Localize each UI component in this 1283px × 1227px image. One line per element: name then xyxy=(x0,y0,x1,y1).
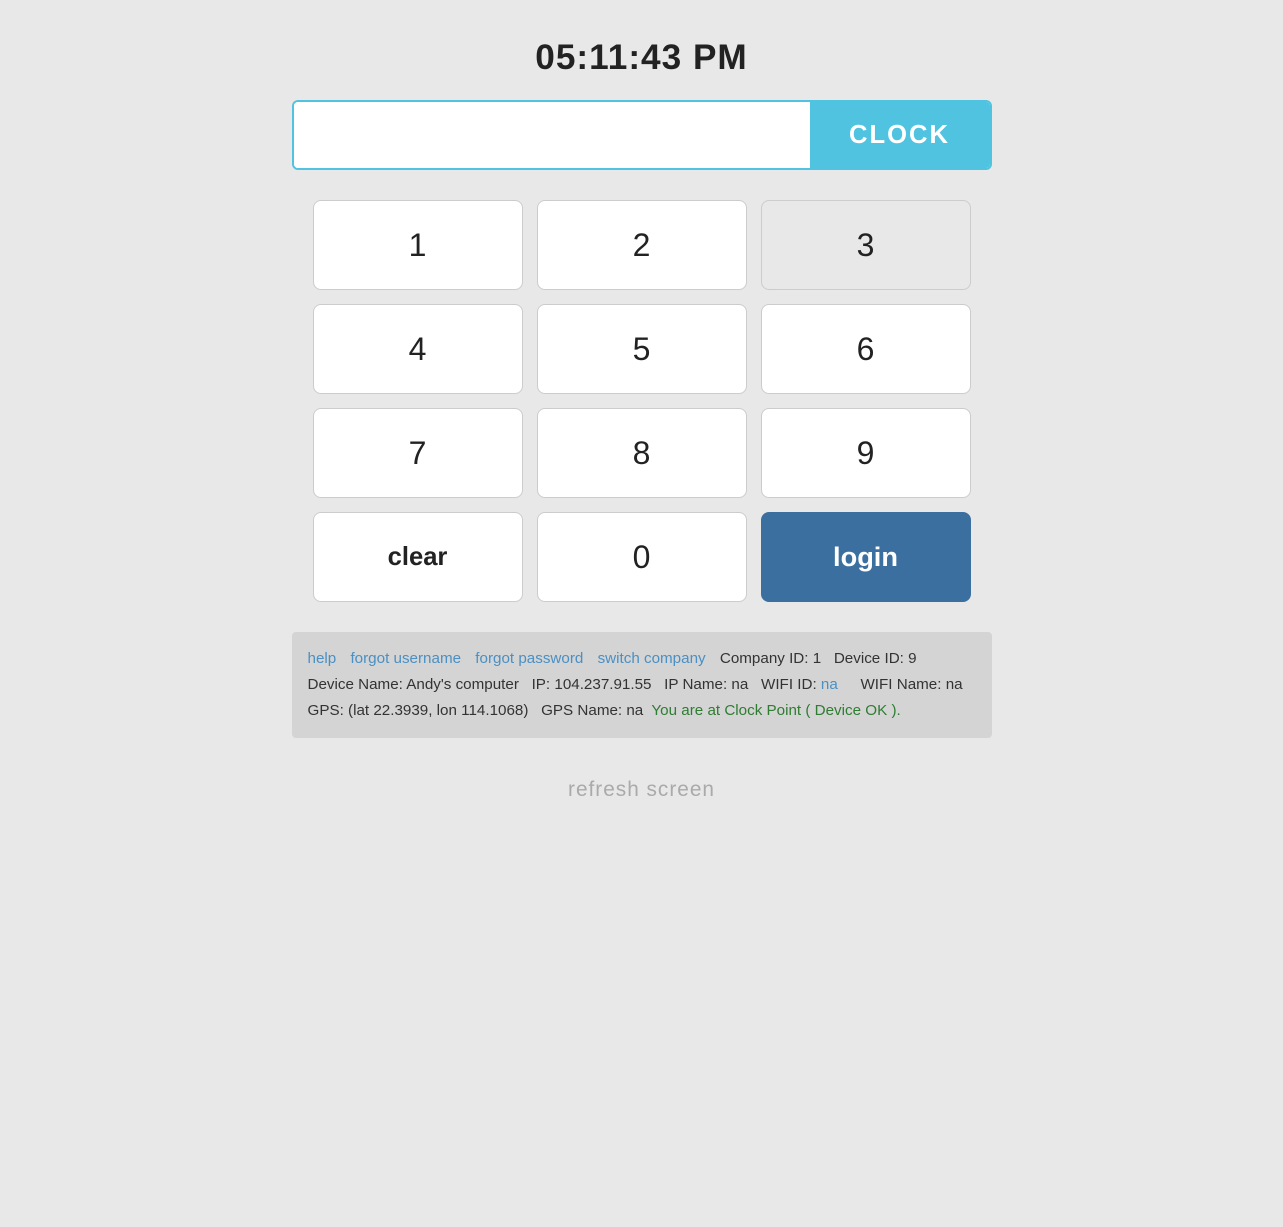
refresh-button[interactable]: refresh screen xyxy=(568,778,715,802)
time-display: 05:11:43 PM xyxy=(535,38,747,78)
key-8[interactable]: 8 xyxy=(537,408,747,498)
clear-button[interactable]: clear xyxy=(313,512,523,602)
key-7[interactable]: 7 xyxy=(313,408,523,498)
gps: GPS: (lat 22.3939, lon 114.1068) xyxy=(308,702,529,719)
switch-company-link[interactable]: switch company xyxy=(598,650,706,667)
wifi-id: WIFI ID: na xyxy=(761,676,848,693)
key-1[interactable]: 1 xyxy=(313,200,523,290)
forgot-password-link[interactable]: forgot password xyxy=(475,650,583,667)
gps-name: GPS Name: na xyxy=(541,702,643,719)
info-bar: help forgot username forgot password swi… xyxy=(292,632,992,738)
device-name: Device Name: Andy's computer xyxy=(308,676,519,693)
wifi-name: WIFI Name: na xyxy=(860,676,962,693)
device-status: You are at Clock Point ( Device OK ). xyxy=(651,702,900,719)
key-2[interactable]: 2 xyxy=(537,200,747,290)
ip-name: IP Name: na xyxy=(664,676,748,693)
key-9[interactable]: 9 xyxy=(761,408,971,498)
device-id: Device ID: 9 xyxy=(834,650,917,667)
key-4[interactable]: 4 xyxy=(313,304,523,394)
forgot-username-link[interactable]: forgot username xyxy=(350,650,461,667)
login-button[interactable]: login xyxy=(761,512,971,602)
keypad: 1 2 3 4 5 6 7 8 9 clear 0 login xyxy=(313,200,971,602)
key-5[interactable]: 5 xyxy=(537,304,747,394)
clock-button[interactable]: CLOCK xyxy=(810,102,990,168)
key-6[interactable]: 6 xyxy=(761,304,971,394)
key-3[interactable]: 3 xyxy=(761,200,971,290)
wifi-id-link[interactable]: na xyxy=(821,676,838,693)
pin-input[interactable] xyxy=(294,102,810,168)
key-0[interactable]: 0 xyxy=(537,512,747,602)
ip: IP: 104.237.91.55 xyxy=(532,676,652,693)
pin-input-row: CLOCK xyxy=(292,100,992,170)
company-id: Company ID: 1 xyxy=(720,650,821,667)
help-link[interactable]: help xyxy=(308,650,337,667)
